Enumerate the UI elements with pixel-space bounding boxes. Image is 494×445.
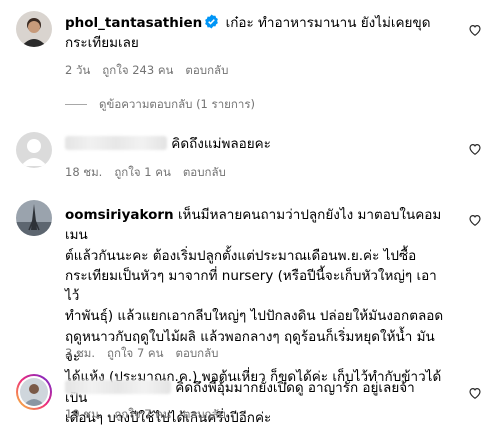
comment-username-blurred[interactable] — [65, 380, 171, 394]
comment-likes[interactable]: ถูกใจ 1 คน — [114, 165, 170, 179]
comment-line: คิดถึงพี่อุ้มมากยังเปิดดู อาญารัก อยู่เล… — [175, 380, 415, 396]
avatar[interactable] — [16, 11, 52, 47]
comment-username[interactable]: oomsiriyakorn — [65, 207, 174, 223]
heart-icon[interactable] — [468, 385, 482, 399]
verified-badge-icon — [204, 14, 219, 29]
comment-time[interactable]: 2 วัน — [65, 63, 90, 77]
comment-line: กระเทียมเป็นหัวๆ มาจากที่ nursery (หรือป… — [65, 267, 437, 305]
reply-button[interactable]: ตอบกลับ — [183, 165, 226, 179]
comment-text: คิดถึงแม่พลอยคะ — [65, 134, 449, 154]
comment-time[interactable]: 3 ชม. — [65, 346, 95, 360]
comment-meta: 18 ชม. ถูกใจ 1 คน ตอบกลับ — [65, 164, 238, 182]
divider-line — [65, 104, 87, 105]
avatar[interactable] — [16, 132, 52, 168]
comment-line: เก๋อะ ทำอาหารมานาน ยังไม่เคยขุด — [225, 15, 431, 31]
comment-username[interactable]: phol_tantasathien — [65, 15, 202, 31]
comment-line: คิดถึงแม่พลอยคะ — [171, 136, 271, 152]
reply-button[interactable]: ตอบกลับ — [175, 346, 218, 360]
comment-line: ต์แล้วกันนะคะ ต้องเริ่มปลูกตั้งแต่ประมาณ… — [65, 247, 417, 264]
comment-text: phol_tantasathien เก๋อะ ทำอาหารมานาน ยัง… — [65, 13, 449, 53]
comment-line: ทำพันธุ์) แล้วแยกเอากลีบใหญ่ๆ ไปปักลงดิน… — [65, 308, 444, 325]
comment-likes[interactable]: ถูกใจ 243 คน — [102, 63, 173, 77]
view-replies-button[interactable]: ดูข้อความตอบกลับ (1 รายการ) — [65, 96, 255, 114]
comment-text: คิดถึงพี่อุ้มมากยังเปิดดู อาญารัก อยู่เล… — [65, 378, 449, 398]
comment-likes[interactable]: ถูกใจ 7 คน — [114, 407, 170, 421]
heart-icon[interactable] — [468, 212, 482, 226]
reply-button[interactable]: ตอบกลับ — [183, 407, 226, 421]
comment-meta: 19 ชม. ถูกใจ 7 คน ตอบกลับ — [65, 406, 238, 424]
comment-meta: 3 ชม. ถูกใจ 7 คน ตอบกลับ — [65, 345, 230, 363]
comment-likes[interactable]: ถูกใจ 7 คน — [107, 346, 163, 360]
comment-meta: 2 วัน ถูกใจ 243 คน ตอบกลับ — [65, 62, 240, 80]
avatar[interactable] — [16, 200, 52, 236]
heart-icon[interactable] — [468, 141, 482, 155]
comment-line: กระเทียมเลย — [65, 35, 139, 51]
view-replies-label: ดูข้อความตอบกลับ (1 รายการ) — [99, 97, 255, 111]
comment-username-blurred[interactable] — [65, 136, 167, 150]
reply-button[interactable]: ตอบกลับ — [185, 63, 228, 77]
comment-time[interactable]: 18 ชม. — [65, 165, 102, 179]
avatar-story-ring[interactable] — [16, 374, 52, 410]
comment-time[interactable]: 19 ชม. — [65, 407, 102, 421]
heart-icon[interactable] — [468, 22, 482, 36]
